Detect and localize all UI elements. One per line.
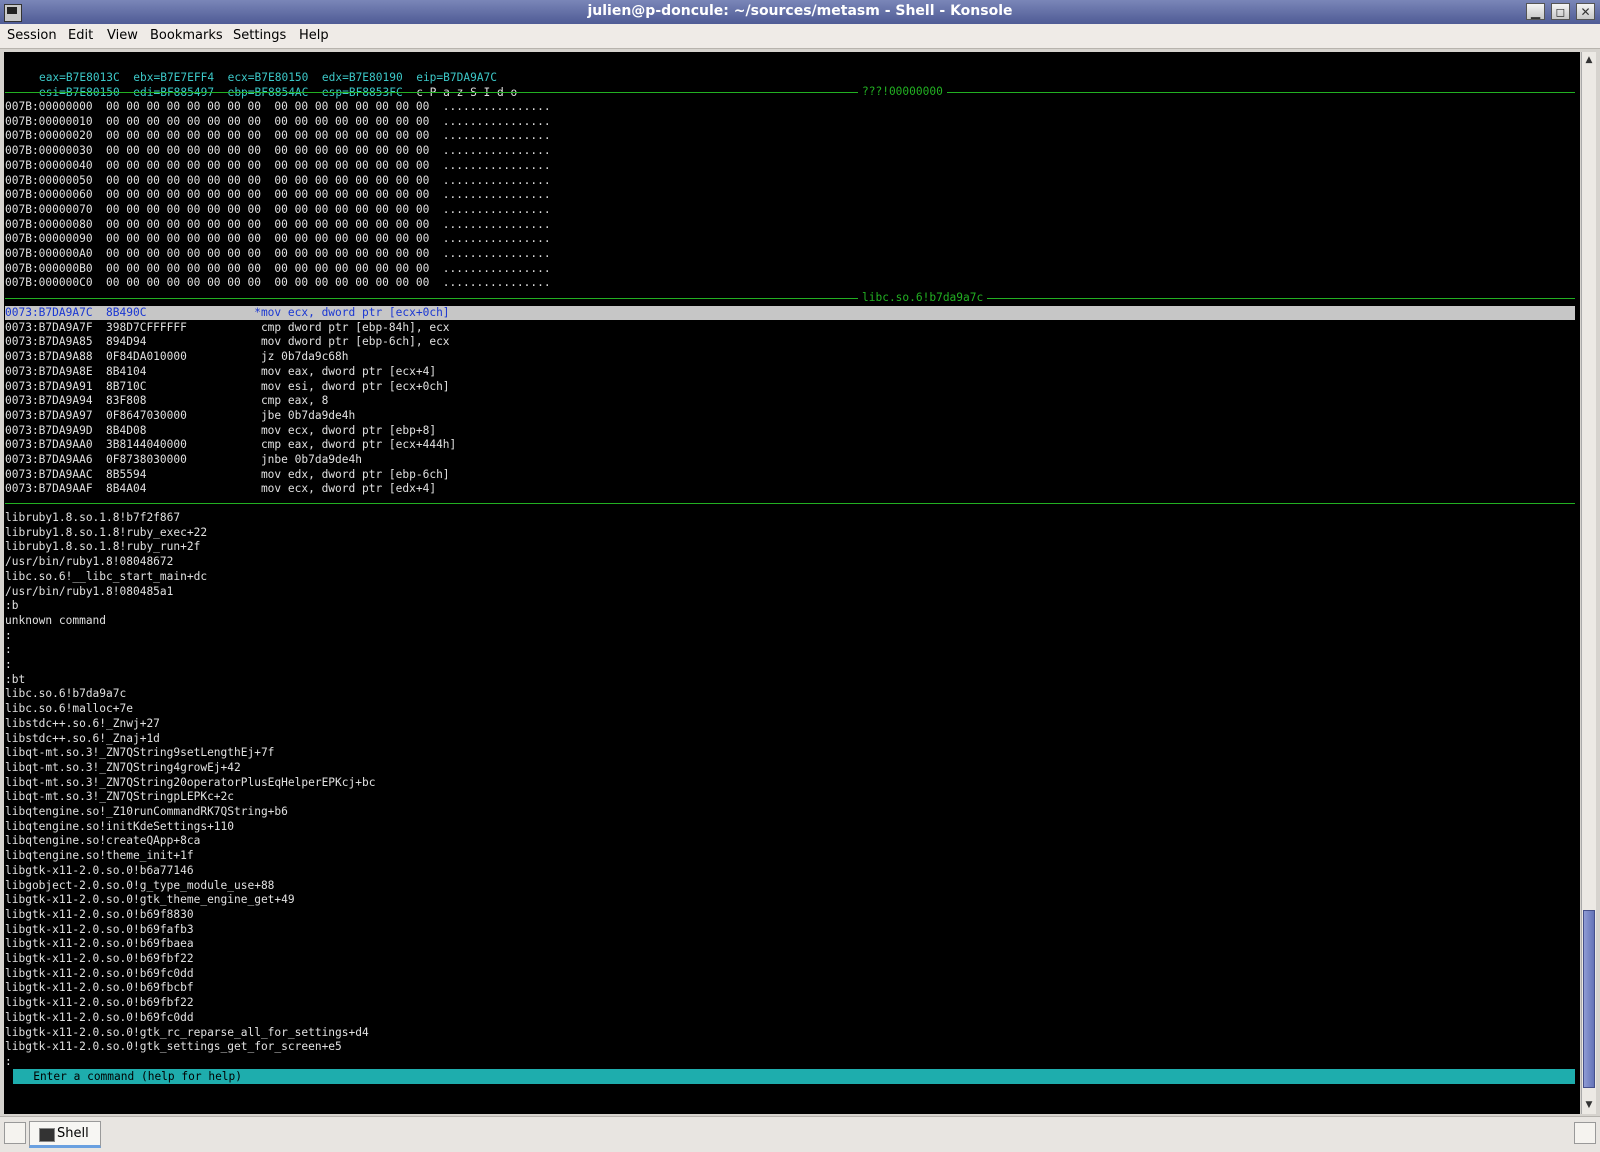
menu-help[interactable]: Help [299, 28, 329, 43]
log-line: libc.so.6!b7da9a7c [5, 687, 127, 701]
hex-section-label: ???!00000000 [858, 84, 947, 99]
disasm-line: 0073:B7DA9A8E 8B4104 mov eax, dword ptr … [5, 364, 437, 378]
menu-session[interactable]: Session [7, 28, 57, 43]
disasm-line: 0073:B7DA9AA0 3B8144040000 cmp eax, dwor… [5, 438, 457, 452]
log-line: libqt-mt.so.3!_ZN7QString9setLengthEj+7f [5, 746, 275, 760]
menu-edit[interactable]: Edit [68, 28, 93, 43]
disasm-separator [5, 298, 1575, 299]
terminal-icon [39, 1128, 55, 1142]
log-line: libgtk-x11-2.0.so.0!gtk_theme_engine_get… [5, 893, 295, 907]
log-line: libgtk-x11-2.0.so.0!gtk_settings_get_for… [5, 1040, 342, 1054]
hex-line: 007B:00000060 00 00 00 00 00 00 00 00 00… [5, 188, 551, 202]
log-line: libqt-mt.so.3!_ZN7QString20operatorPlusE… [5, 775, 376, 789]
log-line: libqtengine.so!initKdeSettings+110 [5, 819, 235, 833]
log-line: :b [5, 599, 19, 613]
log-line: : [5, 643, 12, 657]
close-session-icon[interactable] [1574, 1122, 1596, 1144]
log-line: libqtengine.so!createQApp+8ca [5, 834, 201, 848]
disasm-line: 0073:B7DA9AA6 0F8738030000 jnbe 0b7da9de… [5, 453, 362, 466]
hex-line: 007B:000000A0 00 00 00 00 00 00 00 00 00… [5, 247, 551, 260]
disasm-line: 0073:B7DA9AAF 8B4A04 mov ecx, dword ptr … [5, 482, 437, 496]
terminal-scrollbar[interactable]: ▲ ▼ [1581, 52, 1596, 1114]
scrollbar-thumb[interactable] [1583, 910, 1595, 1088]
hex-line: 007B:00000000 00 00 00 00 00 00 00 00 00… [5, 100, 551, 113]
log-line: libgtk-x11-2.0.so.0!b69fbf22 [5, 952, 194, 965]
log-line: libruby1.8.so.1.8!b7f2f867 [5, 511, 181, 524]
scroll-up-icon[interactable]: ▲ [1582, 53, 1596, 67]
log-line: libstdc++.so.6!_Znaj+1d [5, 731, 160, 745]
log-line: libgtk-x11-2.0.so.0!b69fc0dd [5, 966, 194, 980]
hex-line: 007B:000000C0 00 00 00 00 00 00 00 00 00… [5, 276, 551, 290]
tab-shell[interactable]: Shell [29, 1121, 101, 1148]
menu-settings[interactable]: Settings [233, 28, 286, 43]
minimize-button[interactable]: ▁ [1526, 3, 1545, 20]
disasm-line: 0073:B7DA9A7C 8B490C *mov ecx, dword ptr… [5, 306, 450, 319]
log-line: libgtk-x11-2.0.so.0!b69fbf22 [5, 996, 194, 1010]
log-line: libgtk-x11-2.0.so.0!gtk_rc_reparse_all_f… [5, 1025, 369, 1039]
log-line: libc.so.6!__libc_start_main+dc [5, 569, 208, 583]
session-tabbar: Shell [0, 1116, 1600, 1152]
disasm-section-label: libc.so.6!b7da9a7c [858, 290, 988, 305]
scroll-down-icon[interactable]: ▼ [1582, 1098, 1596, 1112]
log-line: libqtengine.so!theme_init+1f [5, 849, 194, 863]
disasm-line: 0073:B7DA9A7F 398D7CFFFFFF cmp dword ptr… [5, 320, 450, 334]
log-line: libstdc++.so.6!_Znwj+27 [5, 716, 160, 730]
hex-line: 007B:00000070 00 00 00 00 00 00 00 00 00… [5, 202, 551, 216]
log-line: libgtk-x11-2.0.so.0!b69fbcbf [5, 981, 194, 995]
menu-view[interactable]: View [107, 28, 138, 43]
terminal-area[interactable]: eax=B7E8013C ebx=B7E7EFF4 ecx=B7E80150 e… [4, 52, 1580, 1114]
window-titlebar[interactable]: julien@p-doncule: ~/sources/metasm - She… [0, 0, 1600, 24]
log-line: libqtengine.so!_Z10runCommandRK7QString+… [5, 805, 288, 818]
log-line: libqt-mt.so.3!_ZN7QStringpLEPKc+2c [5, 790, 235, 804]
log-line: libgtk-x11-2.0.so.0!b6a77146 [5, 863, 194, 877]
log-line: libgtk-x11-2.0.so.0!b69f8830 [5, 907, 194, 921]
log-line: libgobject-2.0.so.0!g_type_module_use+88 [5, 878, 275, 892]
log-line: : [5, 1054, 12, 1068]
disasm-line: 0073:B7DA9AAC 8B5594 mov edx, dword ptr … [5, 467, 450, 481]
disasm-line: 0073:B7DA9A97 0F8647030000 jbe 0b7da9de4… [5, 408, 356, 422]
log-line: : [5, 628, 12, 642]
log-line: libgtk-x11-2.0.so.0!b69fafb3 [5, 922, 194, 936]
disasm-line: 0073:B7DA9A88 0F84DA010000 jz 0b7da9c68h [5, 350, 349, 364]
command-input[interactable]: Enter a command (help for help) [13, 1069, 1575, 1084]
disasm-line: 0073:B7DA9A85 894D94 mov dword ptr [ebp-… [5, 335, 450, 349]
hex-line: 007B:00000020 00 00 00 00 00 00 00 00 00… [5, 129, 551, 143]
window-title: julien@p-doncule: ~/sources/metasm - She… [587, 3, 1013, 19]
hex-line: 007B:00000040 00 00 00 00 00 00 00 00 00… [5, 158, 551, 172]
new-session-icon[interactable] [4, 1122, 26, 1144]
disasm-line: 0073:B7DA9A91 8B710C mov esi, dword ptr … [5, 379, 450, 393]
log-line: libc.so.6!malloc+7e [5, 702, 133, 716]
log-separator [5, 503, 1575, 504]
hex-line: 007B:00000030 00 00 00 00 00 00 00 00 00… [5, 144, 551, 158]
log-line: libqt-mt.so.3!_ZN7QString4growEj+42 [5, 760, 241, 774]
log-line: /usr/bin/ruby1.8!080485a1 [5, 584, 174, 598]
register-row-2: esi=B7E80150 edi=BF885497 ebp=BF8854AC e… [12, 70, 517, 99]
log-line: libgtk-x11-2.0.so.0!b69fbaea [5, 937, 194, 951]
disasm-line: 0073:B7DA9A9D 8B4D08 mov ecx, dword ptr … [5, 423, 437, 437]
hex-line: 007B:00000090 00 00 00 00 00 00 00 00 00… [5, 232, 551, 246]
hex-line: 007B:00000010 00 00 00 00 00 00 00 00 00… [5, 114, 551, 128]
log-line: libruby1.8.so.1.8!ruby_exec+22 [5, 525, 208, 539]
register-row-1: eax=B7E8013C ebx=B7E7EFF4 ecx=B7E80150 e… [12, 55, 497, 84]
maximize-button[interactable]: ◻ [1551, 3, 1570, 20]
disasm-line: 0073:B7DA9A94 83F808 cmp eax, 8 [5, 394, 329, 408]
tab-shell-label: Shell [57, 1126, 89, 1141]
hex-separator [5, 92, 1575, 93]
log-line: unknown command [5, 613, 107, 627]
log-line: :bt [5, 672, 26, 686]
log-line: : [5, 658, 12, 671]
hex-line: 007B:00000080 00 00 00 00 00 00 00 00 00… [5, 217, 551, 231]
log-line: /usr/bin/ruby1.8!08048672 [5, 555, 174, 569]
log-line: libgtk-x11-2.0.so.0!b69fc0dd [5, 1010, 194, 1024]
menubar: Session Edit View Bookmarks Settings Hel… [0, 24, 1600, 49]
menu-bookmarks[interactable]: Bookmarks [150, 28, 223, 43]
close-button[interactable]: ✕ [1576, 3, 1595, 20]
hex-line: 007B:000000B0 00 00 00 00 00 00 00 00 00… [5, 261, 551, 275]
log-line: libruby1.8.so.1.8!ruby_run+2f [5, 540, 201, 554]
hex-line: 007B:00000050 00 00 00 00 00 00 00 00 00… [5, 173, 551, 187]
